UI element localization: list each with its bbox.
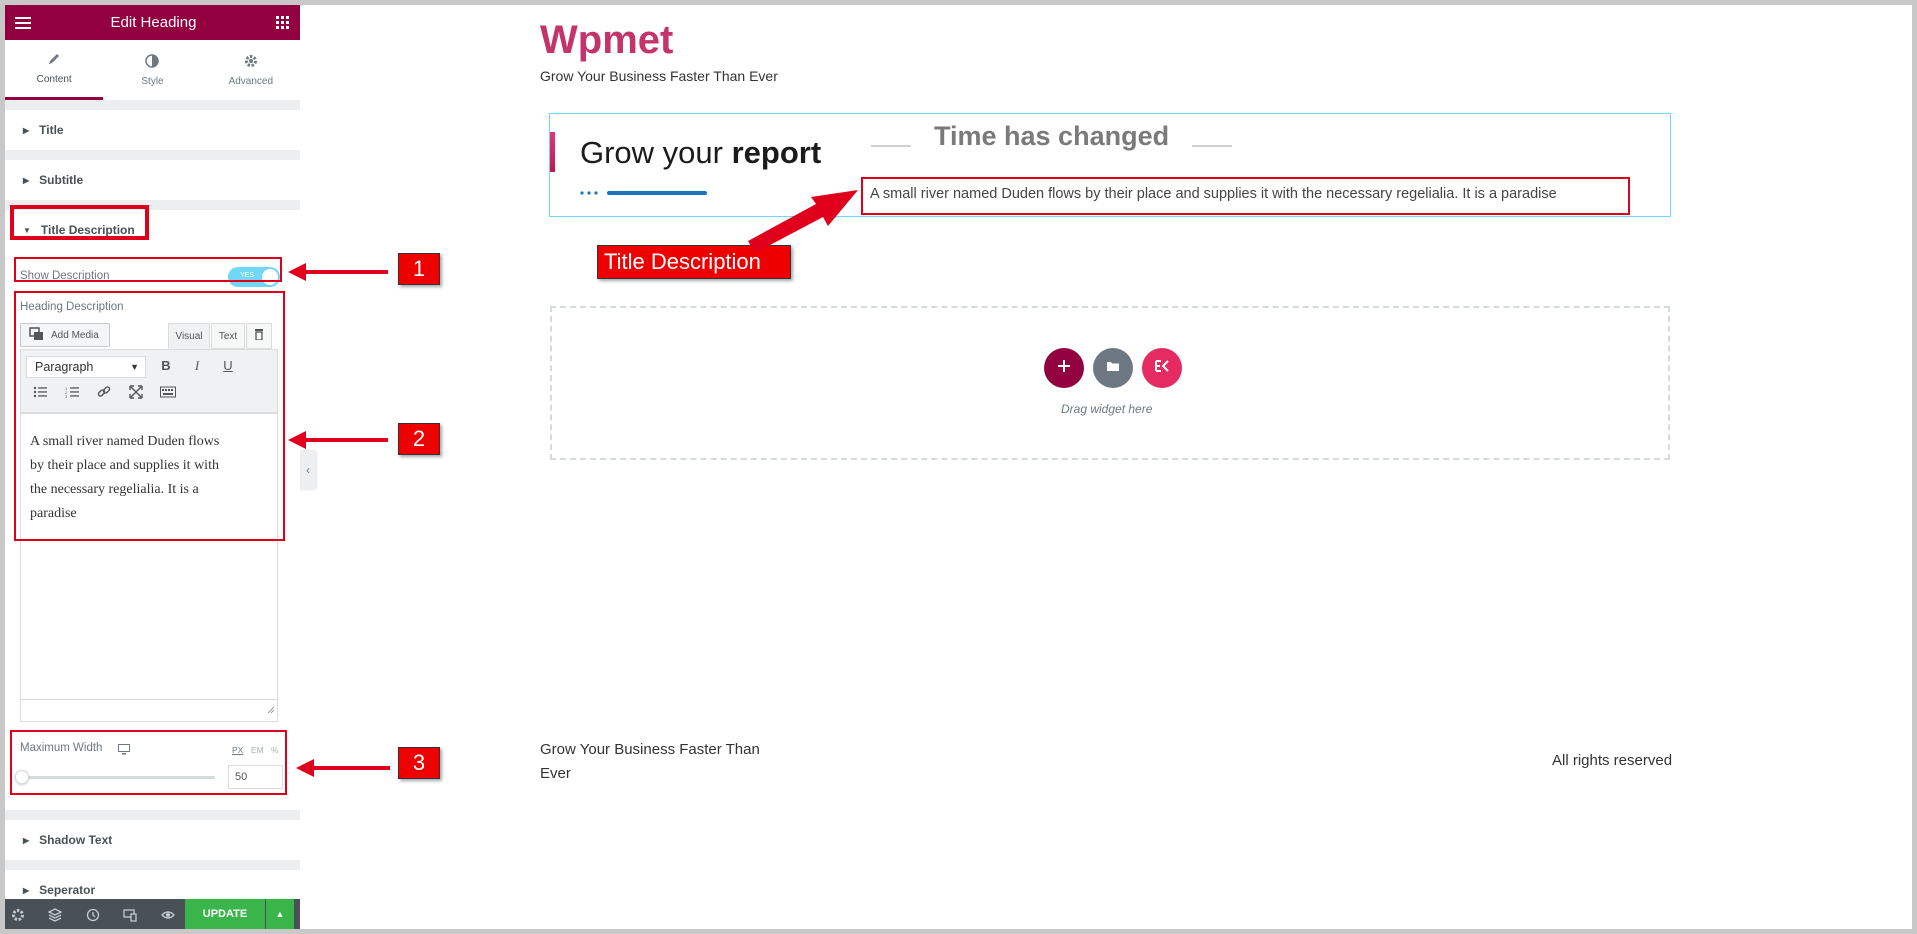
separator-dots <box>580 191 598 195</box>
add-template-button[interactable] <box>1093 348 1133 388</box>
highlight-canvas-description <box>861 177 1630 215</box>
plus-icon <box>1057 359 1071 378</box>
gear-icon <box>244 54 258 71</box>
heading-normal-text: Grow your <box>580 135 732 170</box>
widget-heading: Grow your report <box>580 135 821 171</box>
update-button[interactable]: UPDATE <box>185 899 265 929</box>
history-icon[interactable] <box>86 908 100 922</box>
panel-title: Edit Heading <box>110 14 197 31</box>
separator-line <box>607 191 707 195</box>
update-options-button[interactable]: ▲ <box>266 899 294 929</box>
highlight-show-description <box>14 257 282 282</box>
arrow-3 <box>296 759 390 777</box>
tab-style[interactable]: Style <box>103 40 201 100</box>
section-subtitle[interactable]: ▶ Subtitle <box>5 160 300 200</box>
section-shadow-text[interactable]: ▶ Shadow Text <box>5 820 300 860</box>
caret-right-icon: ▶ <box>23 125 30 135</box>
heading-accent-bar <box>550 132 555 172</box>
chevron-left-icon: ‹ <box>306 463 310 477</box>
caret-right-icon: ▶ <box>23 835 30 845</box>
layers-icon[interactable] <box>47 908 63 922</box>
tab-style-label: Style <box>141 75 164 87</box>
panel-tabs: Content Style Advanced <box>5 40 300 100</box>
annotation-badge-2: 2 <box>398 423 440 455</box>
title-description-callout: Title Description <box>597 245 791 279</box>
tab-advanced-label: Advanced <box>228 75 274 87</box>
drag-widget-hint: Drag widget here <box>1061 402 1153 416</box>
section-seperator-label: Seperator <box>39 883 96 897</box>
responsive-icon[interactable] <box>123 908 137 922</box>
highlight-maximum-width <box>10 730 287 795</box>
sections-lower: ▶ Shadow Text ▶ Seperator <box>5 810 300 910</box>
heading-bold-text: report <box>731 135 822 170</box>
elementskit-logo-icon <box>1154 359 1170 378</box>
tab-content-label: Content <box>36 74 72 85</box>
settings-icon[interactable] <box>11 908 25 922</box>
site-tagline: Grow Your Business Faster Than Ever <box>540 68 778 84</box>
annotation-badge-1: 1 <box>398 253 440 285</box>
resize-handle-icon[interactable] <box>267 701 275 719</box>
collapse-panel-button[interactable]: ‹ <box>300 450 316 490</box>
caret-up-icon: ▲ <box>275 909 285 919</box>
subtitle-line-left <box>871 145 911 147</box>
preview-eye-icon[interactable] <box>161 908 175 922</box>
arrow-1 <box>288 263 388 281</box>
highlight-heading-description <box>14 291 285 541</box>
widgets-grid-icon[interactable] <box>276 15 290 30</box>
panel-header: Edit Heading <box>5 5 300 40</box>
caret-right-icon: ▶ <box>23 885 30 895</box>
site-title[interactable]: Wpmet <box>540 18 673 63</box>
annotation-badge-3: 3 <box>398 747 440 779</box>
widget-subtitle: Time has changed <box>934 121 1170 151</box>
highlight-title-description-section <box>10 205 149 240</box>
section-subtitle-label: Subtitle <box>39 173 84 187</box>
editor-statusbar <box>20 700 278 722</box>
arrow-2 <box>288 431 388 449</box>
section-shadow-text-label: Shadow Text <box>39 833 113 847</box>
footer-left-text: Grow Your Business Faster Than Ever <box>540 741 760 782</box>
hamburger-menu-icon[interactable] <box>15 16 31 30</box>
panel-footer: UPDATE ▲ <box>5 899 300 929</box>
half-circle-icon <box>145 53 160 71</box>
subtitle-line-right <box>1192 145 1232 147</box>
tab-content[interactable]: Content <box>5 40 104 100</box>
tab-advanced[interactable]: Advanced <box>202 40 300 100</box>
elementskit-library-button[interactable] <box>1142 348 1182 388</box>
section-title-label: Title <box>39 123 64 137</box>
pencil-icon <box>47 52 61 69</box>
add-section-button[interactable] <box>1044 348 1084 388</box>
section-title[interactable]: ▶ Title <box>5 110 300 150</box>
caret-right-icon: ▶ <box>23 175 30 185</box>
footer-right-text: All rights reserved <box>1552 752 1673 769</box>
folder-icon <box>1106 359 1120 377</box>
